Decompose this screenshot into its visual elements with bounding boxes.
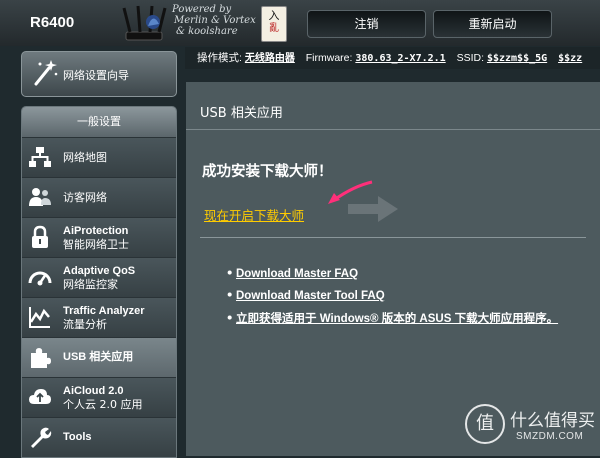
watermark-logo: 值	[465, 404, 505, 444]
sidebar-item-tools[interactable]: Tools	[22, 417, 176, 457]
network-setup-wizard-button[interactable]: 网络设置向导	[21, 51, 177, 97]
puzzle-icon	[31, 348, 51, 368]
traffic-chart-icon	[29, 307, 50, 328]
list-item[interactable]: • Download Master FAQ	[226, 266, 558, 288]
sidebar-item-adaptive-qos[interactable]: Adaptive QoS 网络监控家	[22, 257, 176, 297]
help-links-list: • Download Master FAQ • Download Master To…	[226, 266, 558, 332]
magic-wand-icon	[34, 60, 58, 86]
wrench-icon	[31, 427, 52, 448]
powered-by-text: Powered by Merlin & Vortex & koolshare	[172, 4, 256, 37]
arrow-right-icon	[348, 196, 398, 222]
firmware-link[interactable]: 380.63_2-X7.2.1	[355, 53, 445, 64]
network-map-icon	[29, 147, 51, 167]
cloud-icon	[29, 389, 51, 404]
content-divider	[200, 237, 586, 238]
operation-mode-link[interactable]: 无线路由器	[245, 53, 295, 64]
router-logo-icon	[122, 5, 167, 41]
top-header: R6400 Powered by Merlin & Vortex & kools…	[0, 0, 600, 46]
watermark-domain: SMZDM.COM	[516, 431, 584, 442]
lock-icon	[32, 225, 48, 248]
status-bar: 操作模式: 无线路由器 Firmware: 380.63_2-X7.2.1 SS…	[185, 47, 600, 69]
speedometer-icon	[28, 271, 52, 286]
list-item[interactable]: • Download Master Tool FAQ	[226, 288, 558, 310]
seal-logo: 入 亂	[261, 6, 287, 42]
main-panel: USB 相关应用 成功安装下载大师！ 现在开启下载大师 • Download Ma…	[186, 82, 600, 456]
page-title: USB 相关应用	[200, 106, 283, 121]
title-divider	[186, 129, 600, 130]
sidebar-item-aicloud[interactable]: AiCloud 2.0 个人云 2.0 应用	[22, 377, 176, 417]
ssid-link-2g[interactable]: $$zz	[558, 53, 582, 64]
download-master-faq-link[interactable]: Download Master FAQ	[236, 268, 358, 280]
sidebar-menu: 一般设置 网络地图 访客网络 AiProtection 智能网络卫士 Adapt…	[21, 106, 177, 458]
sidebar-item-aiprotection[interactable]: AiProtection 智能网络卫士	[22, 217, 176, 257]
router-model: R6400	[30, 14, 75, 31]
install-success-message: 成功安装下载大师！	[202, 164, 333, 180]
sidebar-item-guest-network[interactable]: 访客网络	[22, 177, 176, 217]
reboot-button[interactable]: 重新启动	[433, 10, 552, 38]
watermark-text: 什么值得买	[510, 411, 595, 431]
sidebar-item-network-map[interactable]: 网络地图	[22, 137, 176, 177]
wizard-label: 网络设置向导	[63, 69, 129, 82]
download-master-tool-faq-link[interactable]: Download Master Tool FAQ	[236, 290, 385, 302]
menu-section-title: 一般设置	[22, 107, 176, 137]
logout-button[interactable]: 注销	[307, 10, 426, 38]
start-download-master-link[interactable]: 现在开启下载大师	[204, 205, 304, 224]
ssid-link-5g[interactable]: $$zzm$$_5G	[487, 53, 547, 64]
list-item[interactable]: • 立即获得适用于 Windows® 版本的 ASUS 下载大师应用程序。	[226, 310, 558, 332]
sidebar-item-traffic-analyzer[interactable]: Traffic Analyzer 流量分析	[22, 297, 176, 337]
windows-download-master-link[interactable]: 立即获得适用于 Windows® 版本的 ASUS 下载大师应用程序。	[236, 313, 558, 325]
guest-network-icon	[29, 188, 51, 206]
sidebar-item-usb-apps[interactable]: USB 相关应用	[22, 337, 176, 377]
